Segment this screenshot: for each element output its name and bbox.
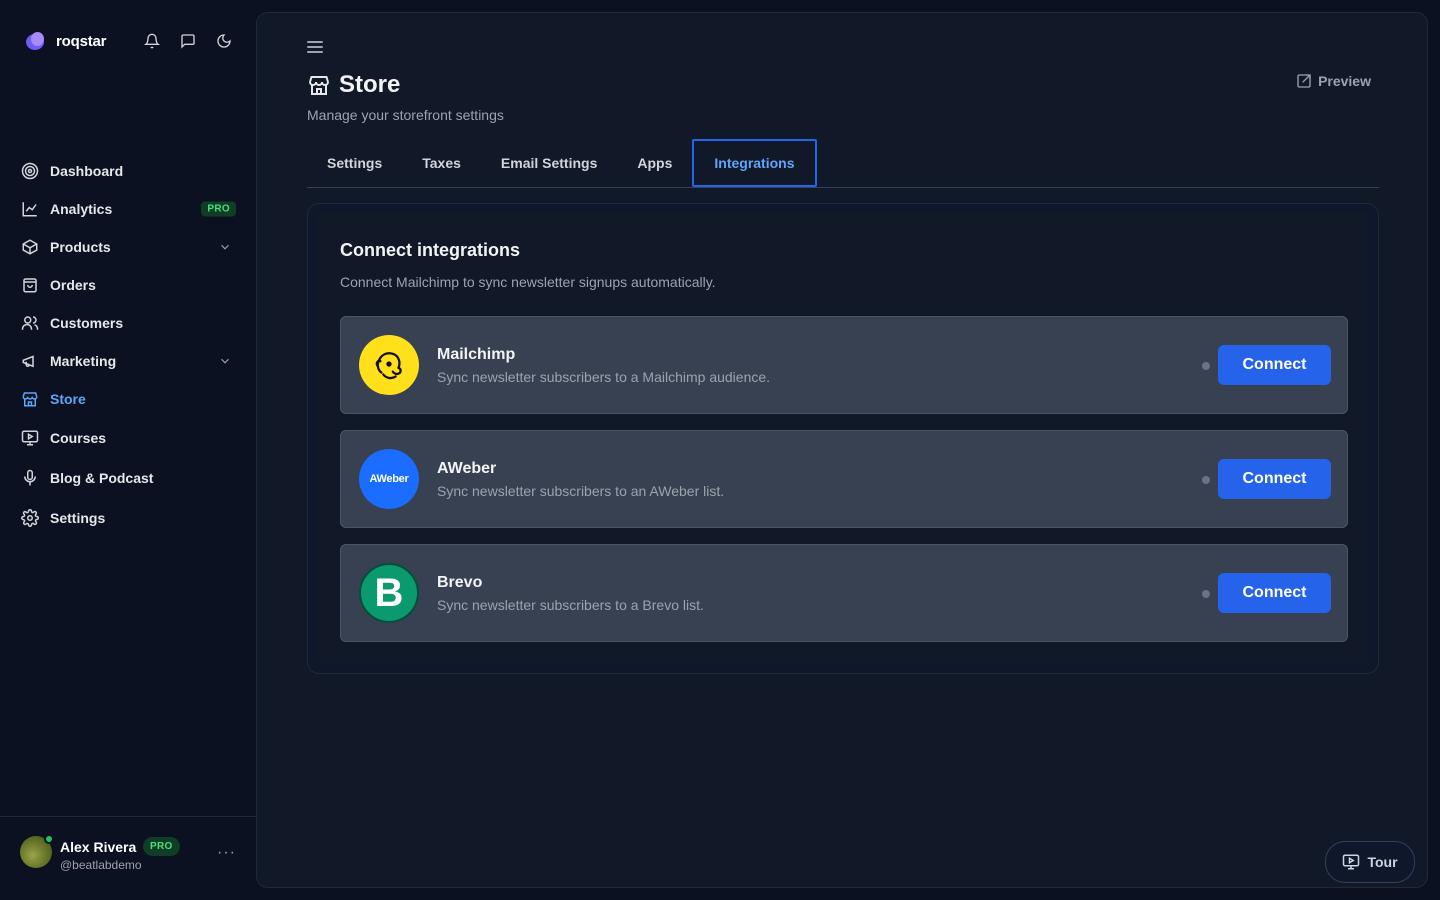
header-icons: [143, 28, 233, 54]
more-options-icon[interactable]: ···: [217, 844, 236, 862]
sidebar-nav: Dashboard Analytics PRO Products Orders: [12, 152, 244, 538]
integration-name: Mailchimp: [437, 346, 516, 363]
integrations-title: Connect integrations: [340, 240, 521, 260]
message-icon[interactable]: [179, 32, 197, 50]
sidebar: roqstar Dashboard Analytics PRO Products…: [0, 0, 256, 900]
main-panel: Store Manage your storefront settings Pr…: [256, 12, 1428, 888]
sidebar-item-analytics[interactable]: Analytics PRO: [12, 190, 244, 228]
marketing-icon: [20, 351, 40, 371]
integration-name: AWeber: [437, 460, 497, 477]
sidebar-item-products[interactable]: Products: [12, 228, 244, 266]
integration-brevo: B Brevo Sync newsletter subscribers to a…: [340, 544, 1348, 642]
menu-toggle-icon[interactable]: [307, 41, 323, 55]
sidebar-item-label: Analytics: [50, 201, 113, 217]
orders-icon: [20, 275, 40, 295]
sidebar-item-orders[interactable]: Orders: [12, 266, 244, 304]
sidebar-item-label: Settings: [50, 510, 106, 526]
chevron-down-icon[interactable]: [218, 240, 232, 254]
integrations-description: Connect Mailchimp to sync newsletter sig…: [340, 274, 716, 290]
microphone-icon: [20, 468, 40, 488]
integration-description: Sync newsletter subscribers to a Mailchi…: [437, 369, 771, 385]
tour-button[interactable]: Tour: [1325, 841, 1415, 883]
tab-integrations[interactable]: Integrations: [692, 139, 817, 187]
online-status-dot: [44, 834, 54, 844]
moon-icon[interactable]: [215, 32, 233, 50]
sidebar-item-label: Orders: [50, 277, 96, 293]
customers-icon: [20, 313, 40, 333]
gear-icon: [20, 508, 40, 528]
sidebar-item-label: Marketing: [50, 353, 117, 369]
sidebar-item-marketing[interactable]: Marketing: [12, 342, 244, 380]
connection-status-dot: [1202, 362, 1210, 370]
preview-button[interactable]: Preview: [1296, 73, 1371, 89]
page-title: Store: [339, 71, 401, 98]
sidebar-item-customers[interactable]: Customers: [12, 304, 244, 342]
tab-taxes[interactable]: Taxes: [402, 139, 481, 187]
sidebar-item-dashboard[interactable]: Dashboard: [12, 152, 244, 190]
integrations-card-inner: Connect integrations Connect Mailchimp t…: [316, 212, 1370, 665]
aweber-logo-text: AWeber: [369, 473, 409, 485]
preview-label: Preview: [1318, 73, 1371, 89]
connect-mailchimp-button[interactable]: Connect: [1218, 345, 1331, 385]
courses-icon: [20, 428, 40, 448]
connect-aweber-button[interactable]: Connect: [1218, 459, 1331, 499]
integrations-card: Connect integrations Connect Mailchimp t…: [307, 203, 1379, 674]
external-link-icon: [1297, 74, 1311, 88]
tab-email-settings[interactable]: Email Settings: [481, 139, 617, 187]
roqstar-logo[interactable]: [24, 30, 46, 52]
sidebar-divider: [0, 816, 256, 817]
pro-badge: PRO: [201, 201, 236, 217]
sidebar-item-store[interactable]: Store: [12, 380, 244, 418]
integration-aweber: AWeber AWeber Sync newsletter subscriber…: [340, 430, 1348, 528]
connection-status-dot: [1202, 476, 1210, 484]
bell-icon[interactable]: [143, 32, 161, 50]
sidebar-item-blog-podcast[interactable]: Blog & Podcast: [12, 458, 244, 498]
sidebar-item-courses[interactable]: Courses: [12, 418, 244, 458]
user-handle: @beatlabdemo: [60, 858, 142, 872]
page-header: Store: [307, 71, 400, 99]
products-icon: [20, 237, 40, 257]
tabs: Settings Taxes Email Settings Apps Integ…: [307, 139, 1379, 188]
integration-description: Sync newsletter subscribers to a Brevo l…: [437, 597, 704, 613]
page-subtitle: Manage your storefront settings: [307, 107, 504, 123]
user-name: Alex Rivera: [60, 839, 137, 855]
brand-name[interactable]: roqstar: [56, 33, 106, 50]
store-icon: [20, 389, 40, 409]
tab-apps[interactable]: Apps: [617, 139, 692, 187]
sidebar-item-label: Blog & Podcast: [50, 470, 154, 486]
mailchimp-logo-icon: [359, 335, 419, 395]
dashboard-icon: [20, 161, 40, 181]
analytics-icon: [20, 199, 40, 219]
integration-name: Brevo: [437, 574, 483, 591]
connect-brevo-button[interactable]: Connect: [1218, 573, 1331, 613]
sidebar-item-settings[interactable]: Settings: [12, 498, 244, 538]
user-pro-badge: PRO: [143, 837, 180, 856]
brand-row: roqstar: [24, 28, 236, 54]
tour-label: Tour: [1367, 854, 1398, 870]
sidebar-item-label: Store: [50, 391, 86, 407]
user-profile[interactable]: Alex Rivera PRO @beatlabdemo ···: [20, 834, 240, 874]
brevo-logo-icon: B: [359, 563, 419, 623]
sidebar-item-label: Customers: [50, 315, 124, 331]
store-icon: [309, 76, 329, 95]
sidebar-item-label: Products: [50, 239, 111, 255]
tab-settings[interactable]: Settings: [307, 139, 402, 187]
connection-status-dot: [1202, 590, 1210, 598]
sidebar-item-label: Dashboard: [50, 163, 124, 179]
aweber-logo-icon: AWeber: [359, 449, 419, 509]
brevo-logo-text: B: [374, 571, 404, 615]
tour-icon: [1343, 854, 1360, 870]
chevron-down-icon[interactable]: [218, 354, 232, 368]
sidebar-item-label: Courses: [50, 430, 107, 446]
integration-mailchimp: Mailchimp Sync newsletter subscribers to…: [340, 316, 1348, 414]
integration-description: Sync newsletter subscribers to an AWeber…: [437, 483, 725, 499]
